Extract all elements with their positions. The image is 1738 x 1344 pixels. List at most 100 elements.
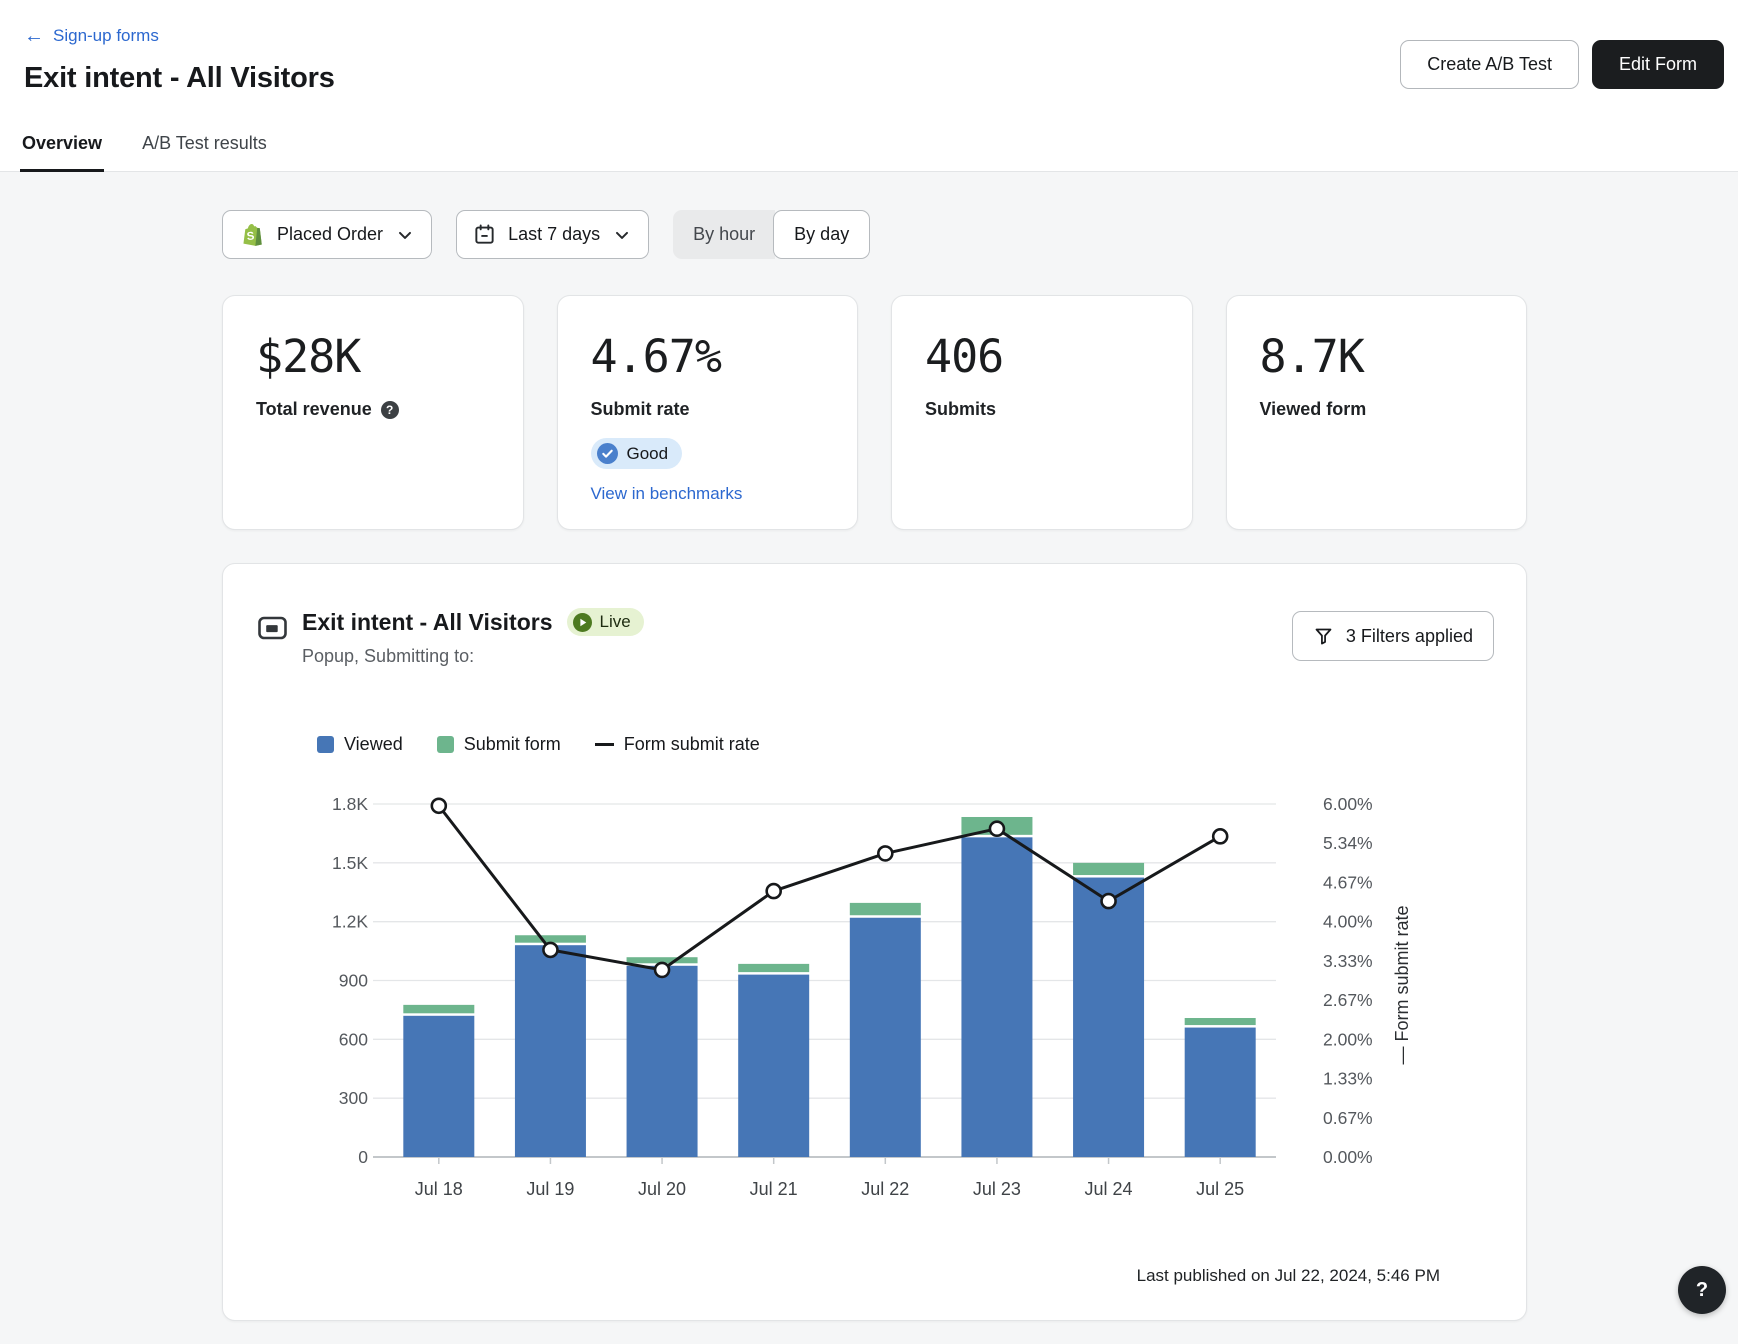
tab-bar: Overview A/B Test results: [20, 133, 269, 172]
right-axis-tick-label: 3.33%: [1323, 951, 1373, 971]
right-axis-title: — Form submit rate: [1392, 905, 1412, 1064]
stat-cards-row: $28K Total revenue ? 4.67% Submit rate: [222, 295, 1527, 530]
shopify-icon: S: [239, 222, 265, 248]
date-range-dropdown[interactable]: Last 7 days: [456, 210, 649, 259]
viewed-bar[interactable]: [738, 975, 809, 1157]
form-submit-rate-point[interactable]: [543, 943, 557, 957]
live-badge: Live: [567, 608, 643, 636]
top-header: ← Sign-up forms Exit intent - All Visito…: [0, 0, 1738, 172]
granularity-toggle: By hour By day: [673, 210, 870, 259]
x-axis-label: Jul 23: [973, 1179, 1021, 1199]
view-benchmarks-link[interactable]: View in benchmarks: [591, 484, 825, 504]
form-performance-card: Exit intent - All Visitors Live Popup, S…: [222, 563, 1527, 1321]
x-axis-label: Jul 24: [1085, 1179, 1133, 1199]
legend-item-form-submit-rate: Form submit rate: [595, 734, 760, 755]
submit-form-bar[interactable]: [738, 964, 809, 972]
legend-label: Viewed: [344, 734, 403, 755]
form-submit-rate-point[interactable]: [990, 822, 1004, 836]
create-ab-test-button[interactable]: Create A/B Test: [1400, 40, 1579, 89]
filter-row: S Placed Order Last 7 days By hou: [222, 210, 1527, 259]
submit-form-bar[interactable]: [1185, 1018, 1256, 1025]
back-arrow-icon: ←: [24, 26, 44, 46]
form-submit-rate-point[interactable]: [1213, 829, 1227, 843]
stat-card-viewed-form: 8.7K Viewed form: [1226, 295, 1528, 530]
play-circle-icon: [573, 613, 592, 632]
x-axis-label: Jul 20: [638, 1179, 686, 1199]
left-axis-tick-label: 300: [339, 1088, 368, 1108]
legend-swatch-submit-icon: [437, 736, 454, 753]
left-axis-tick-label: 1.5K: [332, 853, 368, 873]
stat-card-submits: 406 Submits: [891, 295, 1193, 530]
form-submit-rate-point[interactable]: [432, 799, 446, 813]
right-axis-tick-label: 6.00%: [1323, 794, 1373, 814]
check-circle-icon: [597, 443, 618, 464]
toggle-by-day[interactable]: By day: [773, 210, 870, 259]
left-axis-tick-label: 600: [339, 1029, 368, 1049]
submit-form-bar[interactable]: [403, 1005, 474, 1013]
filter-funnel-icon: [1313, 626, 1334, 647]
legend-label: Form submit rate: [624, 734, 760, 755]
right-axis-tick-label: 2.67%: [1323, 990, 1373, 1010]
chevron-down-icon: [612, 225, 632, 245]
tab-ab-test-results[interactable]: A/B Test results: [140, 133, 269, 172]
viewed-bar[interactable]: [627, 966, 698, 1157]
date-range-label: Last 7 days: [508, 224, 600, 245]
edit-form-button[interactable]: Edit Form: [1592, 40, 1724, 89]
main-content: S Placed Order Last 7 days By hou: [222, 172, 1527, 1321]
metric-value: 4.67%: [591, 324, 825, 389]
legend-dash-icon: [595, 743, 614, 746]
metric-label: Submit rate: [591, 399, 825, 420]
conversion-metric-dropdown[interactable]: S Placed Order: [222, 210, 432, 259]
popup-form-icon: [258, 616, 287, 645]
left-axis-tick-label: 1.8K: [332, 794, 368, 814]
submit-form-bar[interactable]: [850, 903, 921, 915]
stat-card-submit-rate: 4.67% Submit rate Good View in benchmark…: [557, 295, 859, 530]
right-axis-tick-label: 2.00%: [1323, 1029, 1373, 1049]
metric-label-text: Submit rate: [591, 399, 690, 420]
x-axis-label: Jul 22: [861, 1179, 909, 1199]
x-axis-label: Jul 18: [415, 1179, 463, 1199]
help-icon[interactable]: ?: [381, 401, 399, 419]
legend-label: Submit form: [464, 734, 561, 755]
back-link[interactable]: ← Sign-up forms: [24, 26, 159, 46]
form-submit-rate-point[interactable]: [1102, 894, 1116, 908]
viewed-bar[interactable]: [850, 918, 921, 1157]
legend-item-viewed: Viewed: [317, 734, 403, 755]
right-axis-tick-label: 4.00%: [1323, 912, 1373, 932]
badge-label: Good: [627, 444, 669, 464]
submit-form-bar[interactable]: [515, 935, 586, 942]
filters-applied-button[interactable]: 3 Filters applied: [1292, 611, 1494, 661]
metric-label-text: Total revenue: [256, 399, 372, 420]
form-title-row: Exit intent - All Visitors Live: [302, 608, 644, 636]
live-badge-label: Live: [599, 612, 630, 632]
legend-swatch-viewed-icon: [317, 736, 334, 753]
tab-overview[interactable]: Overview: [20, 133, 104, 172]
viewed-bar[interactable]: [1185, 1028, 1256, 1157]
filters-applied-label: 3 Filters applied: [1346, 626, 1473, 647]
metric-label-text: Viewed form: [1260, 399, 1367, 420]
metric-value: 8.7K: [1260, 324, 1494, 389]
last-published-text: Last published on Jul 22, 2024, 5:46 PM: [1137, 1266, 1440, 1286]
submit-form-bar[interactable]: [1073, 863, 1144, 875]
right-axis-tick-label: 5.34%: [1323, 833, 1373, 853]
left-axis-tick-label: 0: [358, 1147, 368, 1167]
viewed-bar[interactable]: [1073, 878, 1144, 1157]
header-actions: Create A/B Test Edit Form: [1400, 40, 1724, 89]
viewed-bar[interactable]: [515, 945, 586, 1157]
right-axis-tick-label: 0.67%: [1323, 1108, 1373, 1128]
legend-item-submit-form: Submit form: [437, 734, 561, 755]
left-axis-tick-label: 900: [339, 971, 368, 991]
viewed-bar[interactable]: [961, 837, 1032, 1157]
form-submit-rate-point[interactable]: [767, 884, 781, 898]
form-title: Exit intent - All Visitors: [302, 609, 552, 636]
help-button[interactable]: ?: [1678, 1266, 1726, 1314]
form-submit-rate-point[interactable]: [655, 963, 669, 977]
conversion-metric-label: Placed Order: [277, 224, 383, 245]
toggle-by-hour[interactable]: By hour: [673, 210, 775, 259]
form-subtitle: Popup, Submitting to:: [302, 646, 474, 667]
form-submit-rate-point[interactable]: [878, 846, 892, 860]
right-axis-tick-label: 0.00%: [1323, 1147, 1373, 1167]
metric-value: $28K: [256, 324, 490, 389]
metric-value: 406: [925, 324, 1159, 389]
viewed-bar[interactable]: [403, 1016, 474, 1157]
